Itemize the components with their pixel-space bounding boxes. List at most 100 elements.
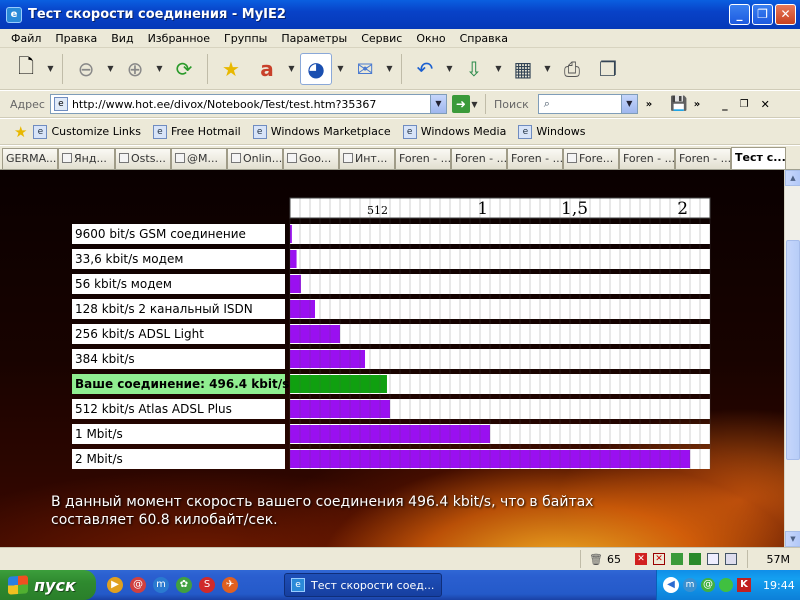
search-box[interactable]: ⌕ ▼ bbox=[537, 94, 638, 114]
menu-groups[interactable]: Группы bbox=[217, 32, 274, 45]
copy-pages-icon[interactable]: ❐ bbox=[592, 53, 624, 85]
tab-item[interactable]: Onlin... bbox=[227, 148, 283, 169]
scrollbar-thumb[interactable] bbox=[786, 240, 800, 460]
tab-item[interactable]: Foren - ... bbox=[675, 148, 731, 169]
row-label: 1 Mbit/s bbox=[75, 427, 123, 441]
undo-dropdown-icon[interactable]: ▼ bbox=[445, 64, 454, 73]
go-arrow-icon[interactable]: ➜ bbox=[451, 95, 470, 113]
tab-item[interactable]: Fore... bbox=[563, 148, 619, 169]
opera-icon[interactable]: @ bbox=[130, 577, 146, 593]
tab-item[interactable]: Янд... bbox=[58, 148, 115, 169]
search-input[interactable] bbox=[554, 97, 621, 111]
tab-item-active[interactable]: Тест с... bbox=[731, 147, 786, 169]
menu-view[interactable]: Вид bbox=[104, 32, 140, 45]
menu-favorites[interactable]: Избранное bbox=[141, 32, 217, 45]
popup-blocker-icon[interactable]: ✕ bbox=[635, 553, 647, 565]
tab-item[interactable]: Osts... bbox=[115, 148, 171, 169]
tray-at-icon[interactable]: @ bbox=[701, 578, 715, 592]
tray-myie-icon[interactable]: m bbox=[683, 578, 697, 592]
download-dropdown-icon[interactable]: ▼ bbox=[494, 64, 503, 73]
s-app-icon[interactable]: S bbox=[199, 577, 215, 593]
result-line-1: В данный момент скорость вашего соединен… bbox=[51, 494, 594, 510]
back-dropdown-icon[interactable]: ▼ bbox=[106, 64, 115, 73]
page-view-icon[interactable] bbox=[707, 553, 719, 565]
address-url[interactable]: http://www.hot.ee/divox/Notebook/Test/te… bbox=[68, 98, 430, 111]
mdi-close-button[interactable]: ✕ bbox=[761, 98, 770, 111]
tab-item[interactable]: Goo... bbox=[283, 148, 339, 169]
taskbar-item-browser[interactable]: e Тест скорости соед... bbox=[284, 573, 442, 597]
close-button[interactable]: ✕ bbox=[775, 4, 796, 25]
tray-icq-icon[interactable] bbox=[719, 578, 733, 592]
myie-icon[interactable]: m bbox=[153, 577, 169, 593]
minimize-button[interactable]: _ bbox=[729, 4, 750, 25]
plugin-icon[interactable] bbox=[671, 553, 683, 565]
translate-icon[interactable]: a bbox=[251, 53, 283, 85]
address-dropdown-icon[interactable]: ▼ bbox=[429, 95, 446, 113]
mail-dropdown-icon[interactable]: ▼ bbox=[385, 64, 394, 73]
tab-item[interactable]: @M... bbox=[171, 148, 227, 169]
save-disk-icon[interactable]: 💾 bbox=[670, 96, 687, 112]
refresh-icon[interactable]: ⟳ bbox=[168, 53, 200, 85]
print-icon[interactable]: ⎙ bbox=[556, 53, 588, 85]
tab-item[interactable]: Инт... bbox=[339, 148, 395, 169]
block-icon[interactable]: ✕ bbox=[653, 553, 665, 565]
icq-icon[interactable]: ✿ bbox=[176, 577, 192, 593]
page-icon: e bbox=[53, 97, 68, 111]
scroll-up-icon[interactable]: ▲ bbox=[785, 170, 800, 186]
new-page-icon[interactable]: 🗋 bbox=[10, 53, 42, 85]
menu-options[interactable]: Параметры bbox=[274, 32, 354, 45]
trash-icon[interactable]: 🗑 bbox=[589, 553, 603, 566]
tile-dropdown-icon[interactable]: ▼ bbox=[543, 64, 552, 73]
vertical-scrollbar[interactable]: ▲ ▼ bbox=[784, 170, 800, 547]
link-windows-media[interactable]: e Windows Media bbox=[402, 124, 506, 139]
back-arrow-icon[interactable]: ⊖ bbox=[70, 53, 102, 85]
shortcut-icon[interactable]: ✈ bbox=[222, 577, 238, 593]
system-tray: ◀ m @ K 19:44 bbox=[656, 570, 800, 600]
chevron-more-icon[interactable]: » bbox=[646, 99, 652, 110]
link-windows-marketplace[interactable]: e Windows Marketplace bbox=[252, 124, 391, 139]
internet-globe-icon[interactable]: ◕ bbox=[300, 52, 332, 85]
menu-tools[interactable]: Сервис bbox=[354, 32, 409, 45]
tab-item[interactable]: Foren - ... bbox=[507, 148, 563, 169]
download-icon[interactable]: ⇩ bbox=[458, 53, 490, 85]
tab-page-icon bbox=[175, 153, 185, 163]
forward-arrow-icon[interactable]: ⊕ bbox=[119, 53, 151, 85]
result-line-2: составляет 60.8 килобайт/сек. bbox=[51, 512, 278, 528]
menu-file[interactable]: Файл bbox=[4, 32, 48, 45]
tile-windows-icon[interactable]: ▦ bbox=[507, 53, 539, 85]
start-button[interactable]: пуск bbox=[0, 570, 96, 600]
filter-icon[interactable] bbox=[689, 553, 701, 565]
chevron-more-icon-2[interactable]: » bbox=[694, 99, 700, 110]
undo-icon[interactable]: ↶ bbox=[409, 53, 441, 85]
forward-dropdown-icon[interactable]: ▼ bbox=[155, 64, 164, 73]
menu-window[interactable]: Окно bbox=[409, 32, 452, 45]
maximize-button[interactable]: ❐ bbox=[752, 4, 773, 25]
link-customize-links[interactable]: e Customize Links bbox=[33, 124, 141, 139]
mail-icon[interactable]: ✉ bbox=[349, 53, 381, 85]
tab-item[interactable]: Foren - ... bbox=[451, 148, 507, 169]
link-free-hotmail[interactable]: e Free Hotmail bbox=[152, 124, 241, 139]
translate-dropdown-icon[interactable]: ▼ bbox=[287, 64, 296, 73]
speed-bar bbox=[290, 325, 341, 343]
menu-edit[interactable]: Правка bbox=[48, 32, 104, 45]
link-windows[interactable]: e Windows bbox=[518, 124, 585, 139]
page-content: 512 1 1,5 2 9600 bit/s GSM соединение 33,6 kb… bbox=[0, 170, 784, 547]
globe-dropdown-icon[interactable]: ▼ bbox=[336, 64, 345, 73]
media-player-icon[interactable]: ▶ bbox=[107, 577, 123, 593]
search-dropdown-icon[interactable]: ▼ bbox=[620, 95, 637, 113]
favorites-star-icon[interactable]: ★ bbox=[215, 53, 247, 85]
window-view-icon[interactable] bbox=[725, 553, 737, 565]
menu-help[interactable]: Справка bbox=[453, 32, 515, 45]
browser-taskbar-icon: e bbox=[291, 578, 305, 592]
tray-kaspersky-icon[interactable]: K bbox=[737, 578, 751, 592]
tray-expand-icon[interactable]: ◀ bbox=[663, 577, 679, 593]
tab-item[interactable]: GERMA... bbox=[2, 148, 58, 169]
scroll-down-icon[interactable]: ▼ bbox=[785, 531, 800, 547]
mdi-minimize-button[interactable]: _ bbox=[722, 98, 728, 111]
go-dropdown-icon[interactable]: ▼ bbox=[470, 100, 479, 109]
mdi-restore-button[interactable]: ❐ bbox=[740, 99, 749, 110]
address-input[interactable]: e http://www.hot.ee/divox/Notebook/Test/… bbox=[49, 94, 447, 114]
new-dropdown-icon[interactable]: ▼ bbox=[46, 64, 55, 73]
tab-item[interactable]: Foren - ... bbox=[395, 148, 451, 169]
tab-item[interactable]: Foren - ... bbox=[619, 148, 675, 169]
